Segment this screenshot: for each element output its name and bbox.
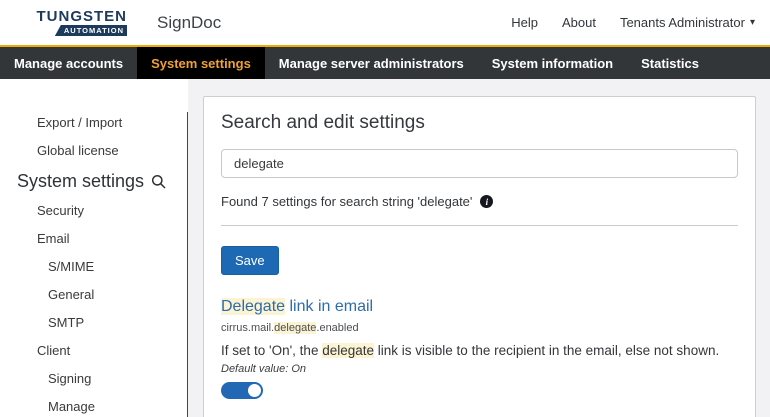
search-result-line: Found 7 settings for search string 'dele… (221, 194, 738, 209)
help-link[interactable]: Help (511, 15, 538, 30)
sidebar-item-client[interactable]: Client (0, 337, 188, 365)
user-menu-label: Tenants Administrator (620, 15, 745, 30)
tungsten-automation-logo[interactable]: TUNGSTEN AUTOMATION (15, 9, 127, 36)
nav-tab-manage-accounts[interactable]: Manage accounts (0, 47, 137, 79)
save-button[interactable]: Save (221, 246, 279, 275)
about-link[interactable]: About (562, 15, 596, 30)
setting-desc-pre: If set to 'On', the (221, 343, 322, 358)
sidebar-item-smtp[interactable]: SMTP (0, 309, 188, 337)
search-settings-panel: Search and edit settings Found 7 setting… (203, 96, 756, 417)
setting-key: cirrus.mail.delegate.enabled (221, 322, 738, 334)
search-icon[interactable] (151, 174, 166, 189)
delegate-enabled-toggle[interactable] (221, 382, 263, 399)
setting-title-rest: link in email (285, 298, 373, 315)
sidebar-item-export-import[interactable]: Export / Import (0, 109, 188, 137)
logo-wordmark: TUNGSTEN (37, 9, 128, 24)
setting-delegate-link-in-email: Delegate link in email cirrus.mail.deleg… (221, 298, 738, 399)
user-menu[interactable]: Tenants Administrator ▾ (620, 15, 755, 30)
app-header: TUNGSTEN AUTOMATION SignDoc Help About T… (0, 0, 770, 45)
nav-tab-manage-server-administrators[interactable]: Manage server administrators (265, 47, 478, 79)
settings-search-input[interactable] (221, 149, 738, 178)
header-links: Help About Tenants Administrator ▾ (511, 15, 755, 30)
info-icon[interactable]: i (480, 195, 493, 208)
sidebar-item-manage[interactable]: Manage (0, 393, 188, 417)
sidebar-item-smime[interactable]: S/MIME (0, 253, 188, 281)
main-content: Search and edit settings Found 7 setting… (188, 79, 770, 417)
setting-description: If set to 'On', the delegate link is vis… (221, 343, 738, 358)
setting-title-link[interactable]: Delegate link in email (221, 298, 738, 316)
caret-down-icon: ▾ (750, 17, 755, 28)
setting-key-pre: cirrus.mail. (221, 322, 274, 334)
app-title: SignDoc (157, 13, 221, 33)
setting-key-post: .enabled (316, 322, 358, 334)
nav-tab-statistics[interactable]: Statistics (627, 47, 713, 79)
setting-desc-highlight: delegate (322, 343, 374, 358)
nav-tab-system-information[interactable]: System information (478, 47, 627, 79)
sidebar-item-email[interactable]: Email (0, 225, 188, 253)
sidebar-item-security[interactable]: Security (0, 197, 188, 225)
search-result-text: Found 7 settings for search string 'dele… (221, 194, 472, 209)
setting-desc-post: link is visible to the recipient in the … (374, 343, 719, 358)
sidebar-section-system-settings: System settings (0, 165, 188, 197)
sidebar-item-signing[interactable]: Signing (0, 365, 188, 393)
toggle-knob (248, 384, 261, 397)
nav-tab-system-settings[interactable]: System settings (137, 47, 265, 79)
section-divider (221, 225, 738, 226)
sidebar-item-general[interactable]: General (0, 281, 188, 309)
setting-key-highlight: delegate (274, 322, 316, 334)
sidebar-item-global-license[interactable]: Global license (0, 137, 188, 165)
setting-title-highlight: Delegate (221, 298, 285, 315)
settings-sidebar: Export / Import Global license System se… (0, 79, 188, 417)
signdoc-admin-app: TUNGSTEN AUTOMATION SignDoc Help About T… (0, 0, 770, 417)
page-title: Search and edit settings (221, 112, 738, 134)
logo-automation-badge: AUTOMATION (55, 25, 127, 36)
sidebar-section-label: System settings (17, 171, 144, 192)
main-navbar: Manage accounts System settings Manage s… (0, 45, 770, 79)
page-body: Export / Import Global license System se… (0, 79, 770, 417)
setting-default-value: Default value: On (221, 363, 738, 375)
